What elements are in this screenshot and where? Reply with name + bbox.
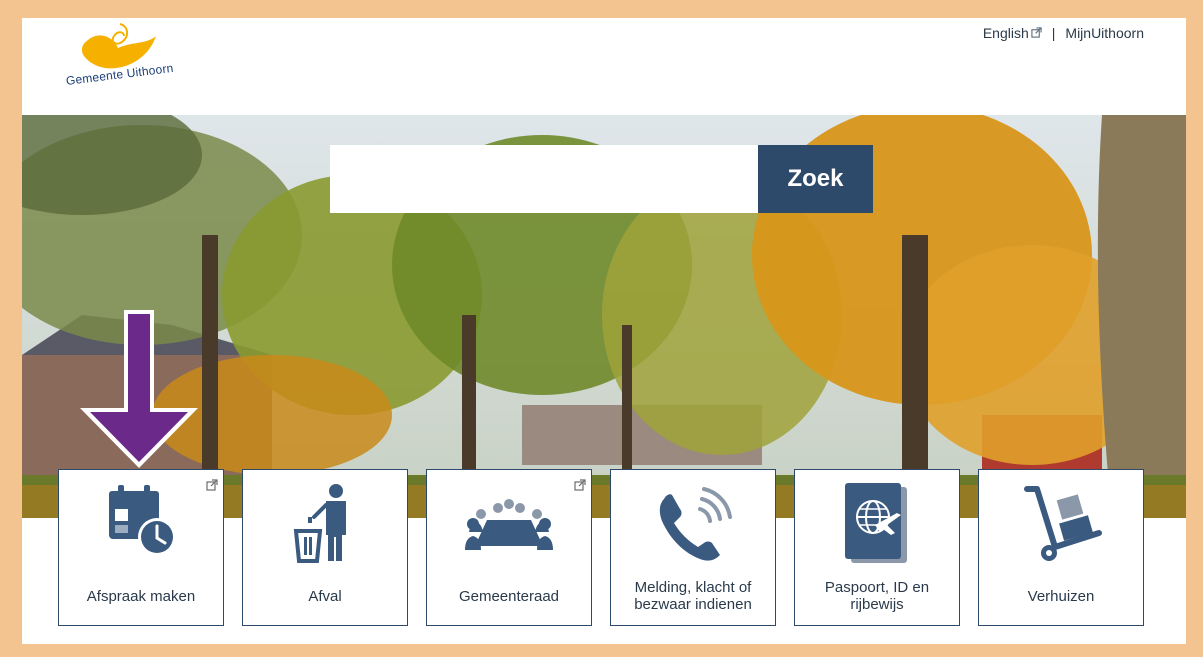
- mijnuithoorn-link[interactable]: MijnUithoorn: [1065, 25, 1144, 41]
- tile-gemeenteraad[interactable]: Gemeenteraad: [426, 469, 592, 626]
- tile-afspraak-maken[interactable]: Afspraak maken: [58, 469, 224, 626]
- tile-label: Verhuizen: [1027, 587, 1095, 605]
- link-separator: |: [1051, 25, 1056, 41]
- page-frame: Gemeente Uithoorn English | MijnUithoorn: [22, 18, 1186, 644]
- header: Gemeente Uithoorn English | MijnUithoorn: [22, 18, 1186, 115]
- meeting-table-icon: [465, 499, 553, 550]
- tile-afval[interactable]: Afval: [242, 469, 408, 626]
- external-link-icon: [1031, 27, 1042, 38]
- tile-label: Melding, klacht of bezwaar indienen: [634, 579, 752, 613]
- search-button[interactable]: Zoek: [758, 145, 873, 213]
- calendar-clock-icon: [109, 485, 176, 556]
- tile-label: Gemeenteraad: [458, 587, 560, 605]
- english-link[interactable]: English: [983, 25, 1042, 41]
- trash-person-icon: [293, 484, 346, 563]
- english-link-label: English: [982, 25, 1029, 41]
- tile-label: Afspraak maken: [86, 587, 196, 605]
- tile-label: Afval: [308, 587, 342, 605]
- tile-paspoort[interactable]: Paspoort, ID en rijbewijs: [794, 469, 960, 626]
- logo[interactable]: Gemeente Uithoorn: [58, 22, 208, 107]
- tile-verhuizen[interactable]: Verhuizen: [978, 469, 1144, 626]
- passport-icon: [845, 483, 907, 563]
- tile-melding-klacht[interactable]: Melding, klacht of bezwaar indienen: [610, 469, 776, 626]
- hand-truck-icon: [1024, 486, 1102, 561]
- top-links: English | MijnUithoorn: [983, 25, 1144, 41]
- phone-icon: [659, 487, 732, 561]
- search-input[interactable]: [330, 145, 758, 213]
- purple-arrow-icon: [80, 310, 198, 468]
- tile-label: Paspoort, ID en rijbewijs: [824, 579, 930, 613]
